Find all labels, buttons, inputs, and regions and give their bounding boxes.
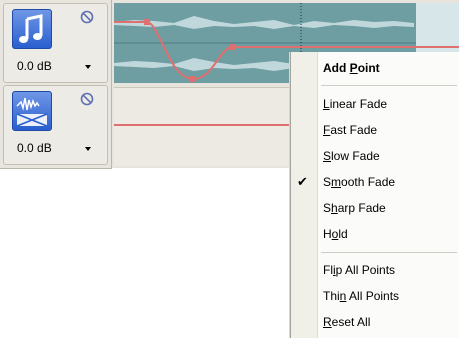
menu-gutter xyxy=(291,52,318,338)
chevron-down-icon[interactable] xyxy=(84,146,92,152)
music-note-icon[interactable] xyxy=(12,9,52,49)
menu-item-fast-fade[interactable]: Fast Fade xyxy=(323,120,377,140)
checkmark-icon: ✔ xyxy=(297,174,308,189)
mute-icon[interactable] xyxy=(80,10,94,24)
menu-text: Fl xyxy=(323,263,333,277)
menu-text: ld xyxy=(338,227,348,241)
audio-waveform-track-icon[interactable] xyxy=(12,91,52,131)
track-header-panel: 0.0 dB 0.0 dB xyxy=(0,0,112,169)
menu-text: S xyxy=(323,201,332,215)
volume-label[interactable]: 0.0 dB xyxy=(17,141,52,155)
menu-item-add-point[interactable]: Add Point xyxy=(323,58,380,78)
menu-item-linear-fade[interactable]: Linear Fade xyxy=(323,94,387,114)
menu-text: oint xyxy=(357,61,380,75)
menu-accel: L xyxy=(323,97,330,111)
menu-accel: S xyxy=(323,149,332,163)
menu-text: Add xyxy=(323,61,350,75)
chevron-down-icon[interactable] xyxy=(84,64,92,70)
track-header-1[interactable]: 0.0 dB xyxy=(3,3,108,83)
envelope-context-menu: Add Point Linear Fade Fast Fade Slow Fad… xyxy=(290,52,459,338)
menu-text: H xyxy=(323,227,332,241)
menu-text: p All Points xyxy=(335,263,396,277)
menu-text: S xyxy=(323,175,332,189)
menu-text: ooth Fade xyxy=(341,175,396,189)
menu-text: Thi xyxy=(323,289,340,303)
volume-label[interactable]: 0.0 dB xyxy=(17,59,52,73)
menu-accel: R xyxy=(323,315,332,329)
menu-accel: P xyxy=(349,61,358,75)
track-header-2[interactable]: 0.0 dB xyxy=(3,85,108,165)
menu-text: All Points xyxy=(346,289,400,303)
menu-text: eset All xyxy=(331,315,371,329)
menu-accel: h xyxy=(331,201,338,215)
menu-item-thin-all-points[interactable]: Thin All Points xyxy=(323,286,399,306)
menu-text: arp Fade xyxy=(337,201,386,215)
menu-text: inear Fade xyxy=(329,97,388,111)
menu-item-reset-all[interactable]: Reset All xyxy=(323,312,370,332)
menu-item-hold[interactable]: Hold xyxy=(323,224,348,244)
menu-item-slow-fade[interactable]: Slow Fade xyxy=(323,146,380,166)
menu-separator xyxy=(321,85,457,86)
menu-separator xyxy=(321,252,457,253)
menu-accel: m xyxy=(331,175,342,189)
menu-text: low Fade xyxy=(331,149,380,163)
menu-item-flip-all-points[interactable]: Flip All Points xyxy=(323,260,395,280)
menu-text: ast Fade xyxy=(330,123,378,137)
menu-item-smooth-fade[interactable]: Smooth Fade xyxy=(323,172,395,192)
mute-icon[interactable] xyxy=(80,92,94,106)
menu-item-sharp-fade[interactable]: Sharp Fade xyxy=(323,198,386,218)
